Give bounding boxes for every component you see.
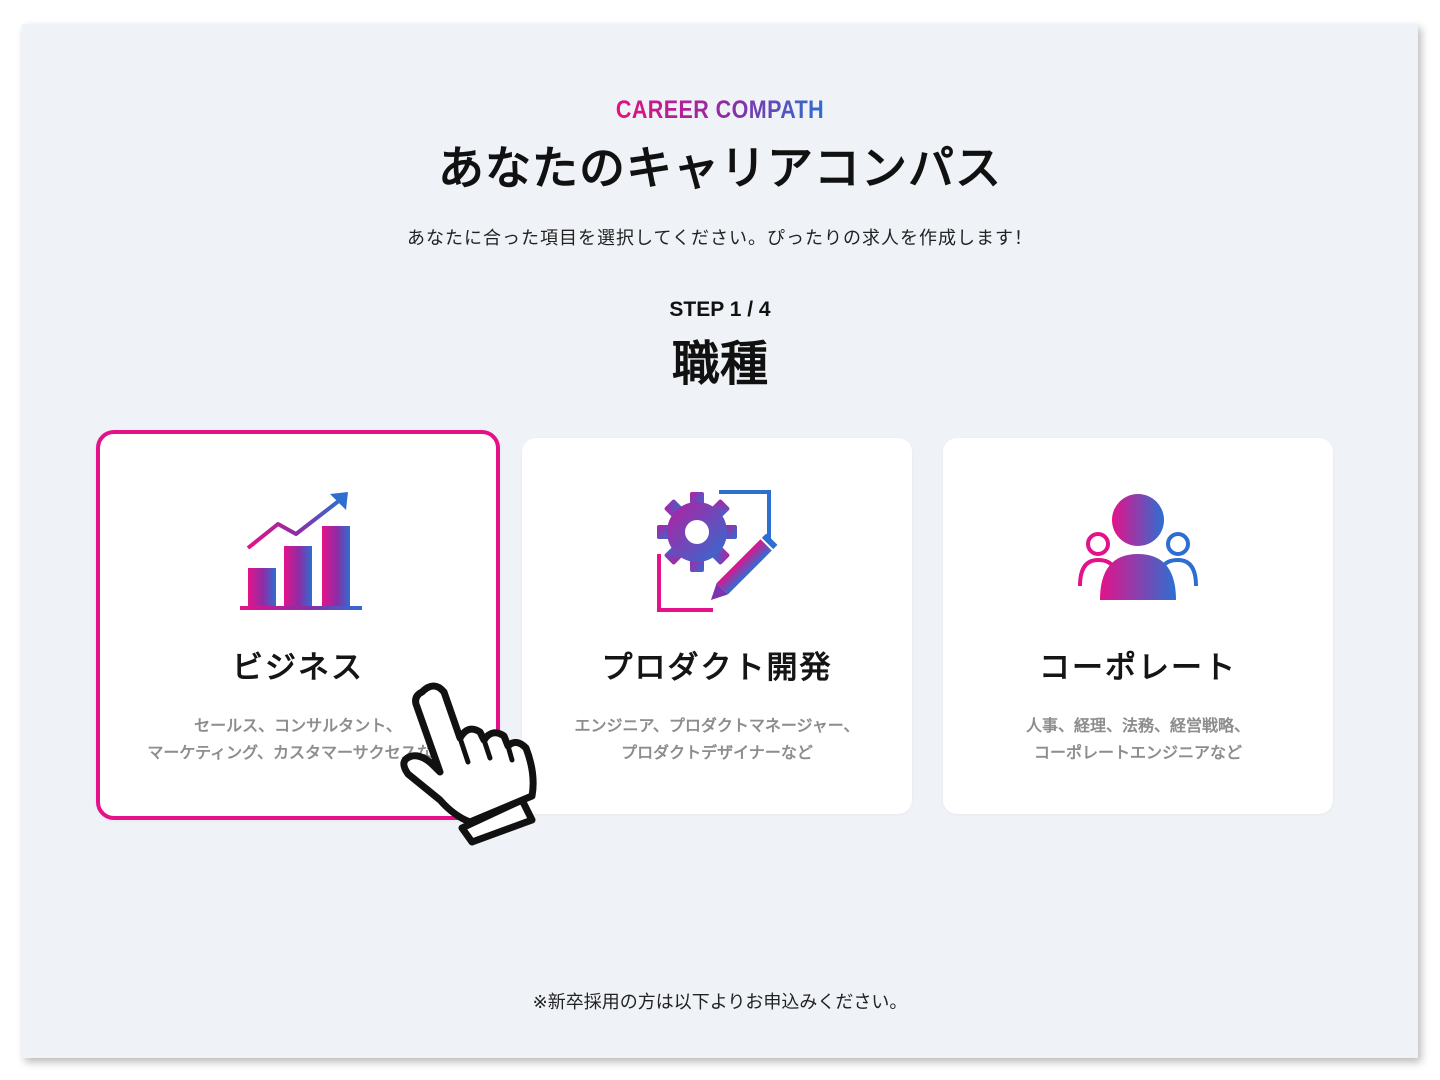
- new-graduate-note: ※新卒採用の方は以下よりお申込みください。: [532, 992, 908, 1013]
- card-corporate-label: コーポレート: [1039, 650, 1237, 686]
- card-product-desc: エンジニア、プロダクトマネージャー、 プロダクトデザイナーなど: [574, 716, 860, 762]
- card-corporate-desc: 人事、経理、法務、経営戦略、 コーポレートエンジニアなど: [1025, 716, 1250, 762]
- hand-pointer-icon: [400, 682, 537, 846]
- page-subtitle: あなたに合った項目を選択してください。ぴったりの求人を作成します！: [407, 228, 1033, 249]
- card-product[interactable]: プロダクト開発 エンジニア、プロダクトマネージャー、 プロダクトデザイナーなど: [522, 438, 912, 814]
- step-indicator: STEP 1 / 4: [669, 298, 771, 321]
- growth-chart-icon: [240, 492, 362, 610]
- gear-pen-icon: [657, 490, 778, 612]
- card-product-label: プロダクト開発: [601, 650, 833, 686]
- page-frame: CAREER COMPATH あなたのキャリアコンパス あなたに合った項目を選択…: [22, 24, 1418, 1058]
- team-people-icon: [1078, 494, 1198, 600]
- page-title: あなたのキャリアコンパス: [438, 141, 1002, 195]
- brand-text: CAREER COMPATH: [615, 96, 825, 124]
- step-title: 職種: [671, 336, 768, 392]
- brand-logo: CAREER COMPATH: [120, 96, 1321, 125]
- card-corporate[interactable]: コーポレート 人事、経理、法務、経営戦略、 コーポレートエンジニアなど: [943, 438, 1333, 814]
